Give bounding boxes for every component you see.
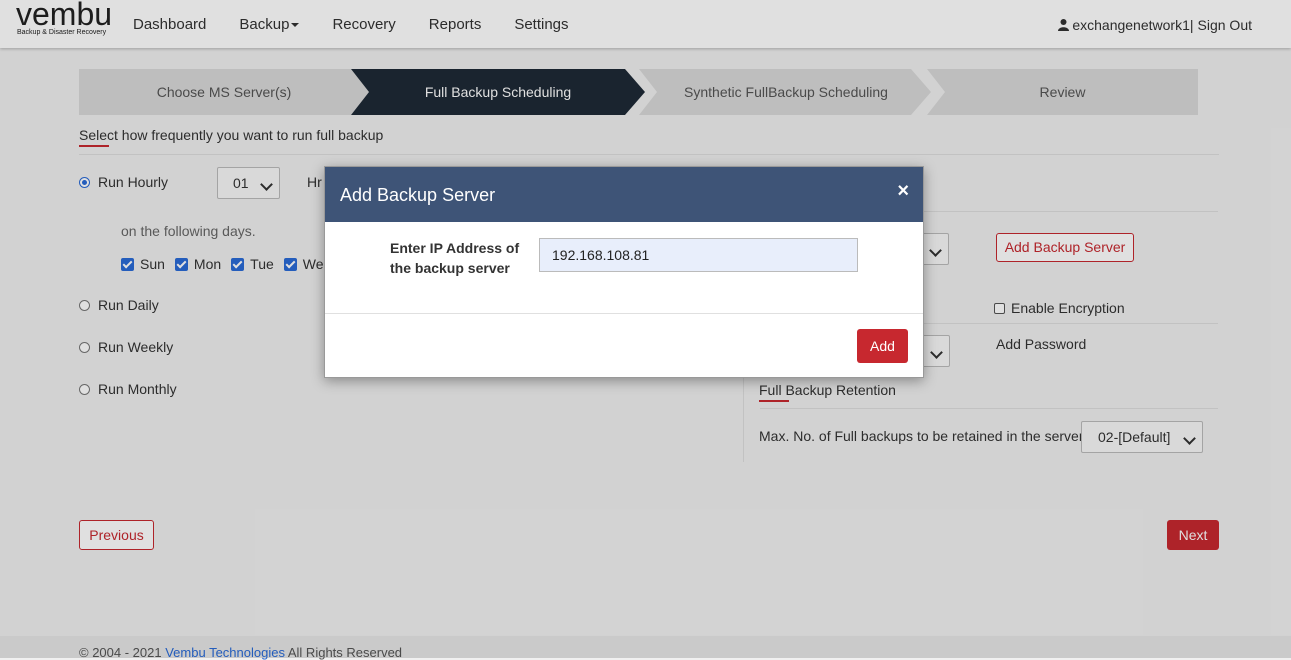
ip-address-input[interactable]: [539, 238, 858, 272]
modal-divider: [325, 313, 923, 314]
close-icon[interactable]: ×: [897, 180, 909, 203]
ip-address-label: Enter IP Address of the backup server: [390, 240, 520, 276]
modal-title: Add Backup Server: [340, 185, 496, 205]
modal-header: Add Backup Server ×: [325, 167, 923, 222]
modal-add-button[interactable]: Add: [857, 329, 908, 363]
add-backup-server-modal: Add Backup Server × Enter IP Address of …: [324, 166, 924, 378]
